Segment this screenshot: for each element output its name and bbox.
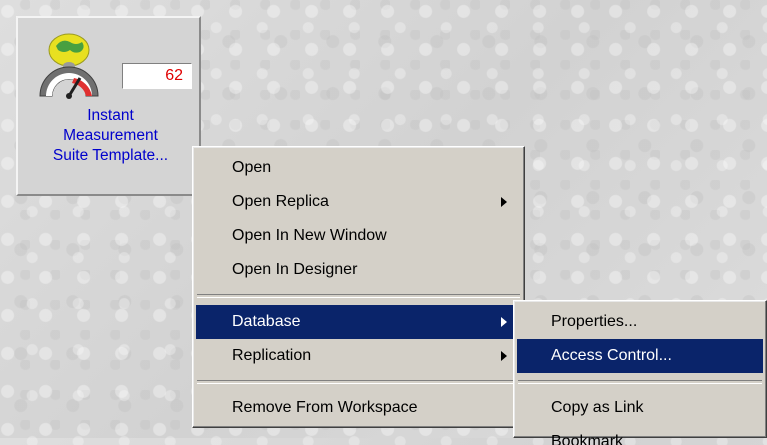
menu-item-open-in-new-window[interactable]: Open In New Window — [196, 219, 521, 253]
menu-separator — [197, 380, 520, 384]
submenu-item-copy-as-link[interactable]: Copy as Link — [517, 391, 763, 425]
menu-separator — [197, 294, 520, 298]
menu-item-database[interactable]: Database — [196, 305, 521, 339]
menu-item-remove-from-workspace[interactable]: Remove From Workspace — [196, 391, 521, 425]
database-submenu: Properties... Access Control... Copy as … — [513, 300, 767, 445]
submenu-arrow-icon — [501, 197, 507, 207]
tile-title-line-2: Measurement — [63, 127, 158, 144]
menu-item-replication[interactable]: Replication — [196, 339, 521, 373]
submenu-item-access-control[interactable]: Access Control... — [517, 339, 763, 373]
menu-item-open-in-designer[interactable]: Open In Designer — [196, 253, 521, 287]
submenu-item-bookmark[interactable]: Bookmark — [517, 425, 763, 445]
submenu-arrow-icon — [501, 351, 507, 361]
tile-title[interactable]: Instant Measurement Suite Template... — [18, 106, 203, 166]
submenu-arrow-icon — [501, 317, 507, 327]
tile-count-badge: 62 — [122, 63, 192, 89]
menu-item-open-replica[interactable]: Open Replica — [196, 185, 521, 219]
speedometer-db-icon — [39, 33, 99, 99]
menu-item-database-label: Database — [232, 313, 301, 330]
menu-item-open[interactable]: Open — [196, 151, 521, 185]
submenu-item-properties[interactable]: Properties... — [517, 305, 763, 339]
context-menu: Open Open Replica Open In New Window Ope… — [192, 146, 525, 428]
tile-title-line-3: Suite Template... — [52, 147, 169, 164]
menu-item-replication-label: Replication — [232, 347, 312, 364]
tile-title-line-1: Instant — [87, 107, 134, 124]
workspace: 62 Instant Measurement Suite Template...… — [0, 0, 767, 445]
menu-separator — [518, 380, 762, 384]
database-tile[interactable]: 62 Instant Measurement Suite Template... — [16, 16, 201, 196]
menu-item-open-replica-label: Open Replica — [232, 193, 329, 210]
